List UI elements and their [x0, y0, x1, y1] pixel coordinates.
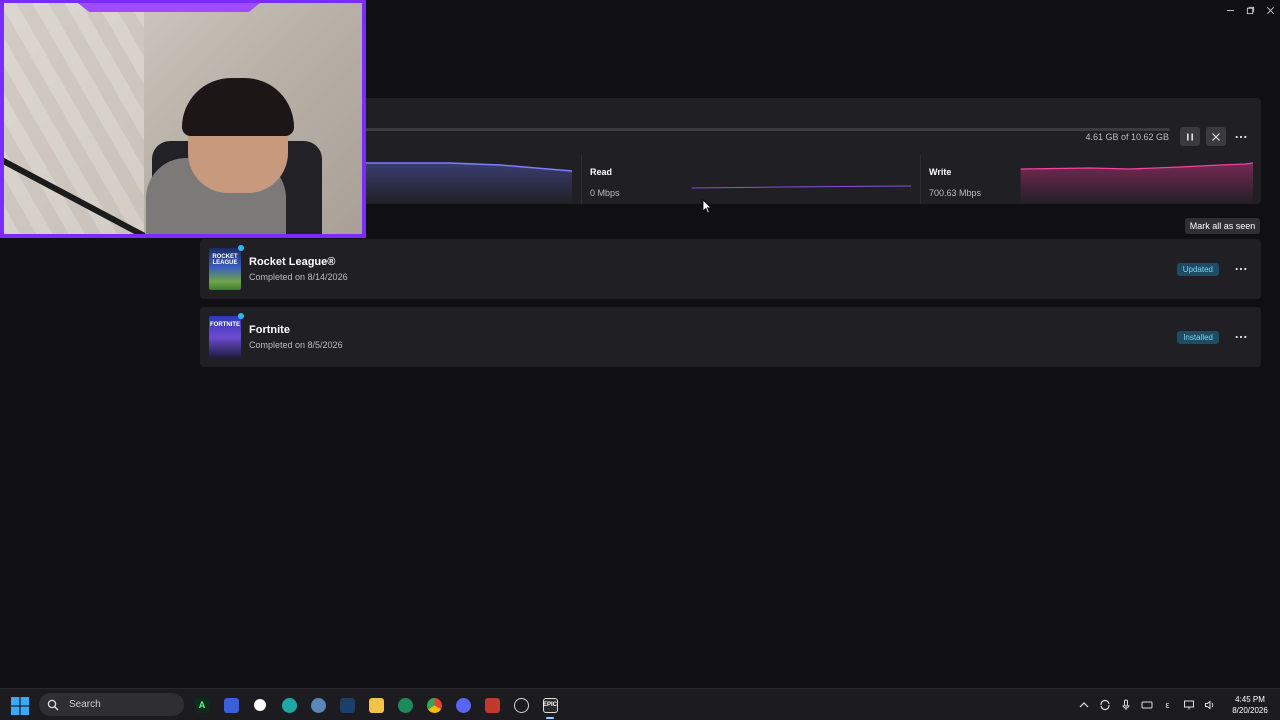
taskbar-app-game[interactable]	[480, 693, 504, 717]
taskbar-app-epic-games[interactable]: EPIC	[538, 693, 562, 719]
webcam-video	[4, 3, 362, 234]
pause-icon	[1187, 133, 1193, 140]
pause-button[interactable]	[1180, 127, 1200, 146]
write-value: 700.63 Mbps	[929, 188, 982, 198]
download-list-item[interactable]: FORTNITE Fortnite Completed on 8/5/2026 …	[200, 307, 1261, 367]
restore-icon	[1246, 6, 1254, 14]
taskbar: Search A EPIC ε 4:45 PM 8/20/2026	[0, 688, 1280, 720]
app-icon	[254, 699, 266, 711]
game-thumbnail: FORTNITE	[209, 316, 241, 358]
taskbar-app-terminal[interactable]: A	[190, 693, 214, 717]
settings-icon	[310, 697, 326, 713]
game-completed-date: Completed on 8/5/2026	[249, 340, 343, 350]
taskbar-app-discord[interactable]	[451, 693, 475, 717]
close-window-button[interactable]	[1260, 0, 1280, 20]
taskbar-search-input[interactable]: Search	[39, 693, 184, 716]
tray-language[interactable]: ε	[1157, 695, 1178, 715]
clock-app-icon	[513, 697, 529, 713]
more-icon	[1235, 335, 1247, 339]
tray-sync[interactable]	[1094, 695, 1115, 715]
download-size: 4.61 GB of 10.62 GB	[1085, 132, 1169, 142]
clock-date: 8/20/2026	[1232, 706, 1268, 715]
taskbar-app-chrome[interactable]	[422, 693, 446, 717]
webcam-overlay	[0, 0, 366, 238]
taskbar-app-settings[interactable]	[306, 693, 330, 717]
game-title: Rocket League®	[249, 256, 336, 268]
microphone-icon	[1122, 699, 1129, 710]
game-title: Fortnite	[249, 324, 290, 336]
close-icon	[1266, 6, 1274, 14]
download-list-item[interactable]: ROCKET LEAGUE Rocket League® Completed o…	[200, 239, 1261, 299]
read-label: Read	[590, 167, 613, 177]
start-icon[interactable]	[11, 697, 29, 715]
taskbar-app-green[interactable]	[393, 693, 417, 717]
taskbar-app-steam[interactable]	[335, 693, 359, 717]
status-badge: Installed	[1177, 331, 1219, 344]
game-completed-date: Completed on 8/14/2026	[249, 272, 348, 282]
game-icon	[484, 697, 500, 713]
write-label: Write	[929, 167, 952, 177]
sync-icon	[1099, 699, 1110, 711]
game-more-button[interactable]	[1231, 260, 1251, 278]
download-more-button[interactable]	[1231, 127, 1251, 146]
webcam-frame-accent	[74, 3, 264, 12]
mark-all-seen-button[interactable]: Mark all as seen	[1185, 218, 1260, 234]
write-stat: Write 700.63 Mbps	[920, 155, 1261, 204]
thumbnail-text: ROCKET LEAGUE	[212, 254, 238, 266]
chrome-icon	[426, 697, 442, 713]
terminal-icon: A	[194, 697, 210, 713]
search-icon	[47, 699, 59, 710]
new-indicator	[238, 245, 244, 251]
new-indicator	[238, 313, 244, 319]
system-tray: ε 4:45 PM 8/20/2026	[1073, 689, 1280, 720]
edge-icon	[281, 697, 297, 713]
taskbar-app-copilot[interactable]	[219, 693, 243, 717]
restore-button[interactable]	[1240, 0, 1260, 20]
tray-network[interactable]	[1178, 695, 1199, 715]
show-hidden-icons-button[interactable]	[1073, 695, 1094, 715]
read-value: 0 Mbps	[590, 188, 620, 198]
window-controls	[1220, 0, 1280, 20]
thumbnail-text: FORTNITE	[210, 322, 240, 328]
volume-icon	[1204, 700, 1213, 710]
close-icon	[1212, 132, 1220, 141]
network-icon	[1183, 700, 1194, 710]
more-icon	[1235, 267, 1247, 271]
tray-keyboard[interactable]	[1136, 695, 1157, 715]
taskbar-app-clock[interactable]	[509, 693, 533, 717]
tray-volume[interactable]	[1199, 695, 1220, 715]
search-placeholder: Search	[69, 699, 101, 710]
clock-time: 4:45 PM	[1235, 695, 1265, 704]
taskbar-apps: A EPIC	[190, 693, 562, 719]
taskbar-app-file-explorer[interactable]	[364, 693, 388, 717]
discord-icon	[455, 697, 471, 713]
copilot-icon	[223, 697, 239, 713]
app-icon	[397, 697, 413, 713]
epic-games-icon: EPIC	[542, 697, 558, 713]
read-stat: Read 0 Mbps	[581, 155, 919, 204]
minimize-button[interactable]	[1220, 0, 1240, 20]
steam-icon	[339, 697, 355, 713]
taskbar-app-edge[interactable]	[277, 693, 301, 717]
minimize-icon	[1226, 9, 1234, 11]
taskbar-clock[interactable]: 4:45 PM 8/20/2026	[1220, 694, 1280, 716]
chevron-up-icon	[1079, 702, 1088, 708]
status-badge: Updated	[1176, 263, 1219, 276]
folder-icon	[368, 697, 384, 713]
read-graph	[691, 185, 912, 189]
tray-microphone[interactable]	[1115, 695, 1136, 715]
mouse-cursor-icon	[702, 199, 712, 214]
taskbar-app-sync[interactable]	[248, 693, 272, 717]
keyboard-icon	[1141, 701, 1152, 709]
game-thumbnail: ROCKET LEAGUE	[209, 248, 241, 290]
cancel-download-button[interactable]	[1206, 127, 1226, 146]
game-more-button[interactable]	[1231, 328, 1251, 346]
more-icon	[1235, 135, 1247, 138]
